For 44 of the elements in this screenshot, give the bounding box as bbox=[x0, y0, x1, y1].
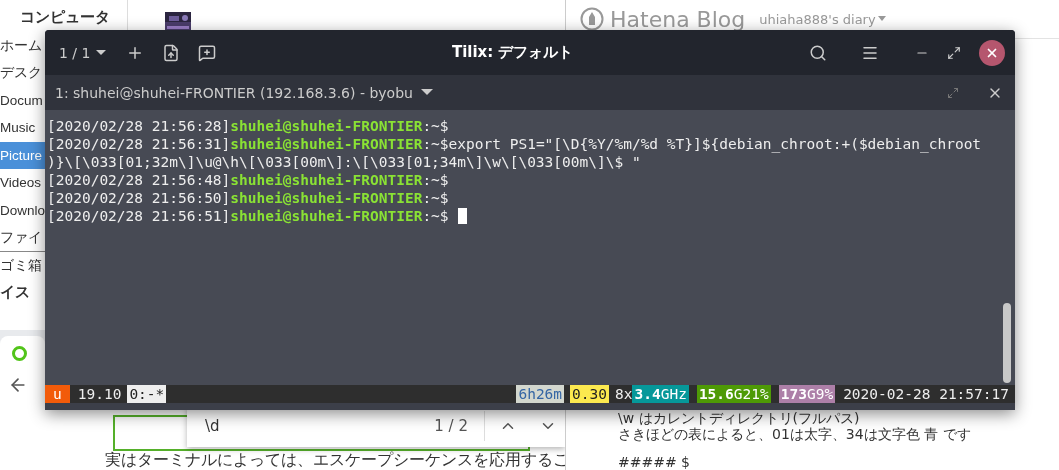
status-item: 6h26m bbox=[516, 385, 565, 403]
sidebar-item[interactable]: Music bbox=[0, 114, 45, 142]
caret-icon bbox=[420, 89, 433, 96]
terminal-line: [2020/02/28 21:56:51]shuhei@shuhei-FRONTIER:~$ bbox=[47, 207, 467, 225]
sidebar-item[interactable]: Downlo bbox=[0, 196, 45, 224]
pen-logo-icon bbox=[580, 7, 604, 31]
status-item: 0.30 bbox=[570, 385, 609, 403]
status-item: 15.6G21% bbox=[696, 385, 771, 403]
window-title: Tilix: デフォルト bbox=[450, 43, 575, 62]
sidebar-item[interactable]: ゴミ箱 bbox=[0, 251, 45, 279]
sidebar-item[interactable]: Videos bbox=[0, 169, 45, 197]
status-item: 173G9% bbox=[778, 385, 836, 403]
caret-icon bbox=[96, 49, 107, 56]
status-item: 0:-* bbox=[127, 385, 167, 403]
terminal-line: )}\[\033[01;32m\]\u@\h\[\033[00m\]:\[\033[01;34m\]\w\[\033[00m\]\$ " bbox=[47, 153, 641, 171]
match-count: 1 / 2 bbox=[434, 411, 485, 441]
close-button[interactable] bbox=[979, 39, 1005, 66]
status-item: 2020-02-28 21:57:17 bbox=[843, 385, 1009, 403]
site-icon bbox=[12, 345, 27, 361]
sidebar-item[interactable]: デスク bbox=[0, 59, 45, 87]
terminal-line: [2020/02/28 21:56:50]shuhei@shuhei-FRONTIER:~$ bbox=[47, 189, 449, 207]
file-arrow-icon[interactable] bbox=[162, 43, 181, 62]
find-field[interactable]: \d bbox=[205, 417, 435, 435]
editor-text-line: \w はカレントディレクトリ(フルパス) bbox=[618, 410, 861, 426]
sidebar-heading: コンピュータ bbox=[19, 7, 111, 28]
session-switcher[interactable]: 1 / 1 bbox=[57, 42, 109, 63]
editor-text-line: ##### $ bbox=[618, 454, 691, 470]
terminal-line: [2020/02/28 21:56:28]shuhei@shuhei-FRONTIER:~$ bbox=[47, 117, 449, 135]
terminal-line: [2020/02/28 21:56:31]shuhei@shuhei-FRONTIER:~$export PS1="[\D{%Y/%m/%d %T}]${debian_chroot:+($debian_chroot bbox=[47, 135, 982, 153]
terminal-line: [2020/02/28 21:56:48]shuhei@shuhei-FRONTIER:~$ bbox=[47, 171, 449, 189]
status-item: 3.4GHz bbox=[632, 385, 689, 403]
maximize-icon[interactable] bbox=[947, 45, 961, 60]
caret-icon bbox=[877, 16, 886, 22]
search-icon[interactable] bbox=[809, 43, 827, 62]
blog-logo-text: Hatena Blog bbox=[610, 6, 746, 32]
status-item: 8x bbox=[615, 385, 633, 403]
article-paragraph: 実はターミナルによっては、エスケープシーケンスを応用するこ bbox=[105, 451, 565, 470]
sidebar-item[interactable]: Docum bbox=[0, 86, 45, 114]
sidebar-item[interactable]: ホーム bbox=[0, 31, 45, 59]
editor-text-line: さきほどの表によると、01は太字、34は文字色 青 です bbox=[618, 426, 972, 442]
status-item: u bbox=[45, 385, 70, 403]
scrollbar[interactable] bbox=[1003, 303, 1011, 383]
sidebar-heading: イス bbox=[0, 282, 31, 303]
status-item: 19.10 bbox=[77, 385, 122, 403]
